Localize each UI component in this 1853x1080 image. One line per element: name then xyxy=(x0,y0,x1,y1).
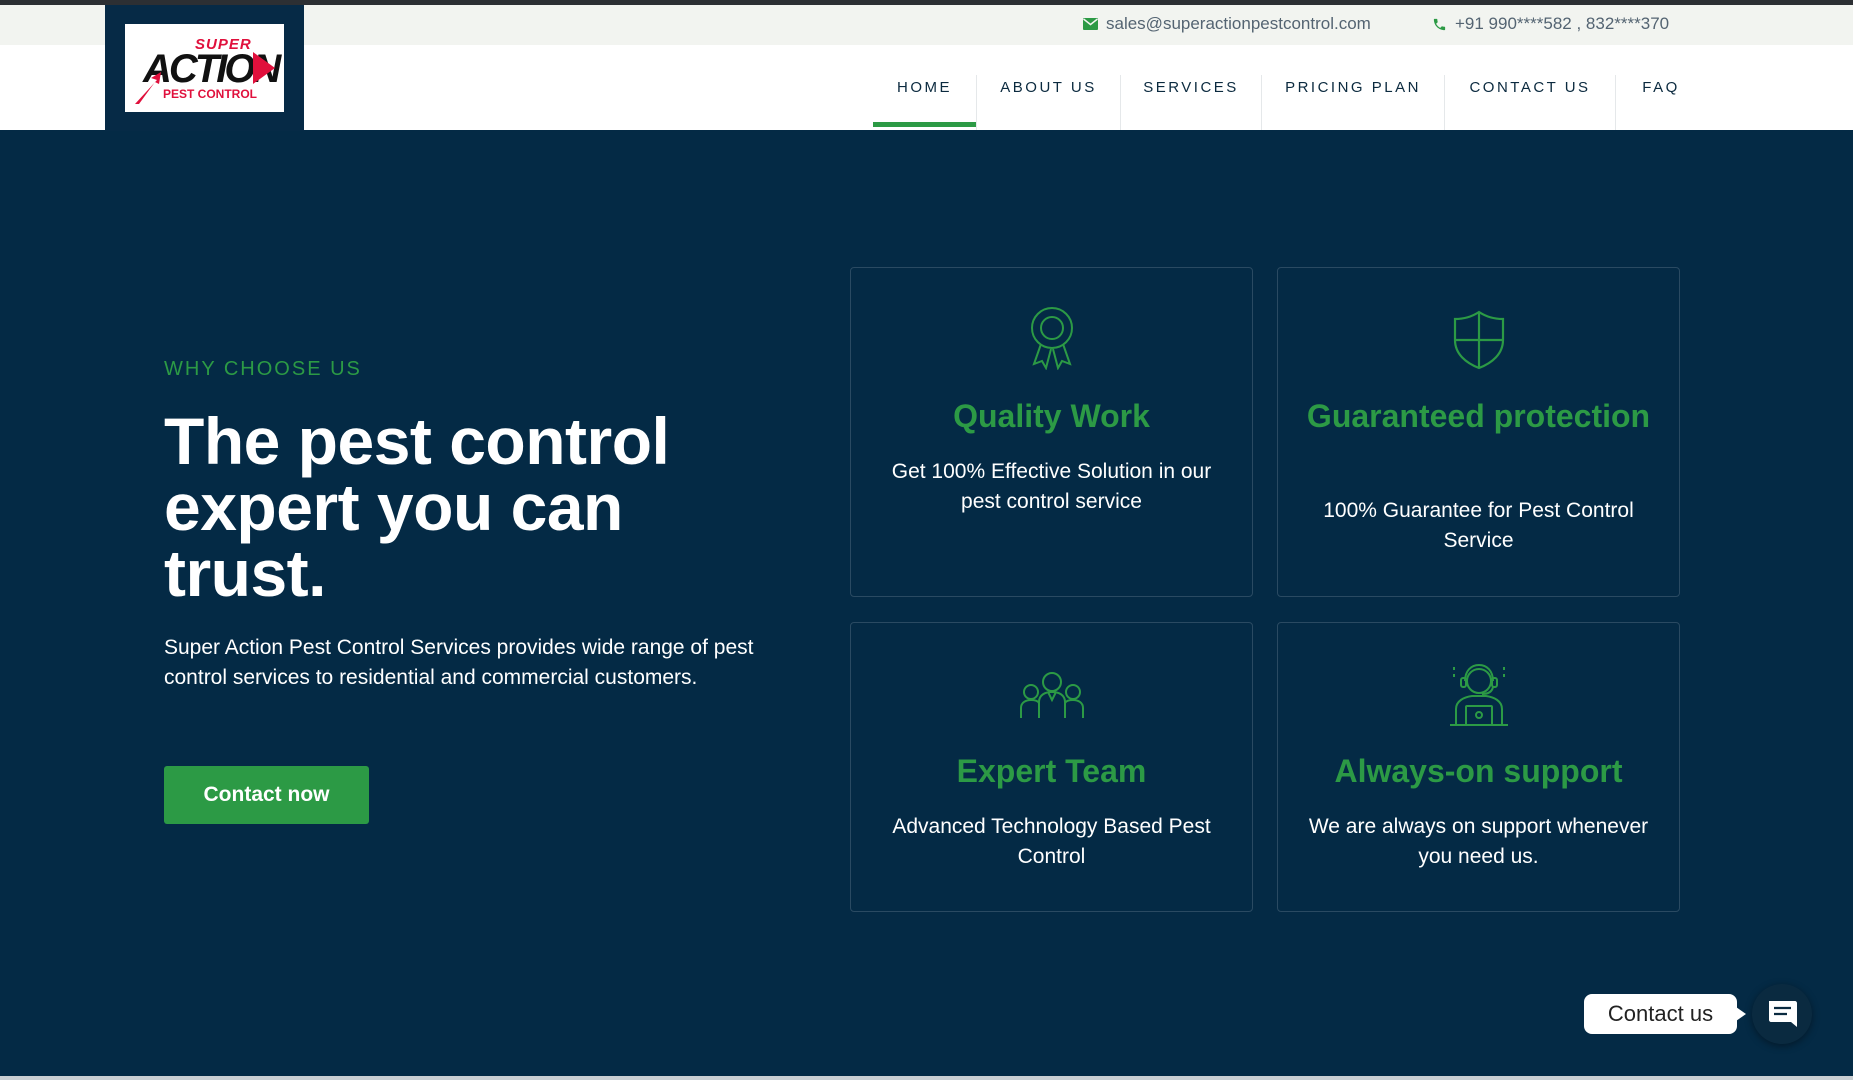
feature-text: 100% Guarantee for Pest Control Service xyxy=(1323,499,1634,552)
nav-services-label: SERVICES xyxy=(1143,79,1239,96)
envelope-icon xyxy=(1083,18,1098,30)
email-link[interactable]: sales@superactionpestcontrol.com xyxy=(1083,14,1371,34)
email-text: sales@superactionpestcontrol.com xyxy=(1106,14,1371,33)
feature-text: Get 100% Effective Solution in our pest … xyxy=(891,460,1212,513)
feature-card-expert-team: Expert Team Advanced Technology Based Pe… xyxy=(850,622,1253,912)
hero-headline: The pest control expert you can trust. xyxy=(164,404,670,610)
feature-title: Guaranteed protection xyxy=(1306,398,1651,434)
nav-about-us[interactable]: ABOUT US xyxy=(977,45,1120,130)
feature-title: Always-on support xyxy=(1334,753,1623,789)
shield-icon xyxy=(1278,310,1679,370)
logo-graphic: SUPER ACTION PEST CONTROL xyxy=(135,36,285,104)
phone-icon xyxy=(1433,18,1446,30)
feature-card-quality-work: Quality Work Get 100% Effective Solution… xyxy=(850,267,1253,597)
chat-widget-button[interactable] xyxy=(1752,984,1812,1044)
nav-contact-us-label: CONTACT US xyxy=(1469,79,1591,96)
contact-now-button[interactable]: Contact now xyxy=(164,766,369,824)
nav-pricing-plan-label: PRICING PLAN xyxy=(1285,79,1421,96)
section-eyebrow: WHY CHOOSE US xyxy=(164,358,362,380)
feature-title: Quality Work xyxy=(953,398,1150,434)
feature-card-guaranteed-protection: Guaranteed protection 100% Guarantee for… xyxy=(1277,267,1680,597)
logo-pest-control-text: PEST CONTROL xyxy=(163,87,257,101)
phone-text: +91 990****582 , 832****370 xyxy=(1455,14,1670,33)
hero-description: Super Action Pest Control Services provi… xyxy=(164,636,754,689)
team-icon xyxy=(851,670,1252,720)
logo: SUPER ACTION PEST CONTROL xyxy=(125,24,285,112)
nav-faq-label: FAQ xyxy=(1642,79,1680,96)
phone-link[interactable]: +91 990****582 , 832****370 xyxy=(1432,14,1669,34)
nav-faq[interactable]: FAQ xyxy=(1616,45,1706,130)
feature-title: Expert Team xyxy=(956,753,1147,789)
support-agent-icon xyxy=(1278,661,1679,727)
nav-home[interactable]: HOME xyxy=(873,45,976,130)
nav-pricing-plan[interactable]: PRICING PLAN xyxy=(1262,45,1444,130)
nav-services[interactable]: SERVICES xyxy=(1121,45,1261,130)
feature-text: We are always on support whenever you ne… xyxy=(1308,815,1649,868)
page-bottom-border xyxy=(0,1076,1853,1080)
chat-icon xyxy=(1769,1001,1797,1027)
chat-widget-label[interactable]: Contact us xyxy=(1584,994,1746,1034)
logo-link[interactable]: SUPER ACTION PEST CONTROL xyxy=(105,5,304,131)
nav-about-us-label: ABOUT US xyxy=(1000,79,1097,96)
nav-home-label: HOME xyxy=(897,79,952,96)
nav-contact-us[interactable]: CONTACT US xyxy=(1445,45,1615,130)
award-ribbon-icon xyxy=(851,306,1252,370)
feature-text: Advanced Technology Based Pest Control xyxy=(892,815,1211,868)
feature-card-always-on-support: Always-on support We are always on suppo… xyxy=(1277,622,1680,912)
